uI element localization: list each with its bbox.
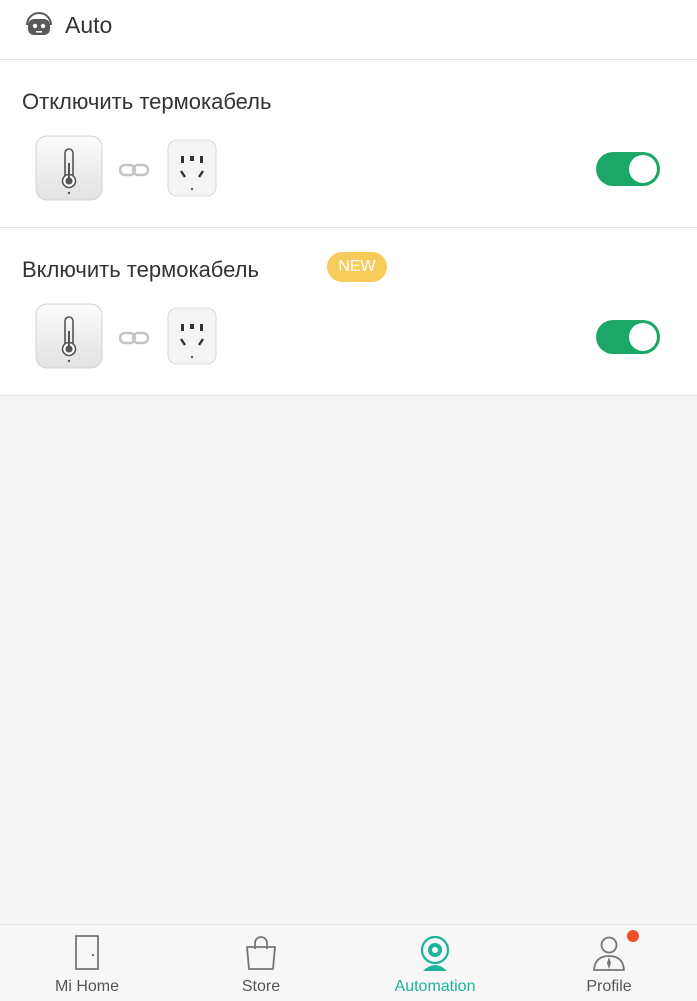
automation-camera-icon xyxy=(420,935,450,971)
toggle-knob xyxy=(629,323,657,351)
tab-label: Mi Home xyxy=(54,978,119,995)
notification-dot xyxy=(627,930,639,942)
shopping-bag-icon xyxy=(246,936,276,970)
smart-plug-icon xyxy=(167,139,217,197)
scene-toggle[interactable] xyxy=(596,152,660,186)
tab-label: Profile xyxy=(586,978,632,995)
scene-card[interactable]: Включить термокабель NEW xyxy=(0,228,697,396)
tab-automation[interactable]: Automation xyxy=(348,925,522,1001)
smart-plug-icon xyxy=(167,307,217,365)
toggle-knob xyxy=(629,155,657,183)
tab-profile[interactable]: Profile xyxy=(522,925,696,1001)
scene-name: Включить термокабель xyxy=(22,257,259,282)
thermometer-sensor-icon xyxy=(35,135,103,201)
scene-card[interactable]: Отключить термокабель xyxy=(0,60,697,228)
door-icon xyxy=(75,935,99,970)
tab-store[interactable]: Store xyxy=(174,925,348,1001)
thermometer-sensor-icon xyxy=(35,303,103,369)
bottom-tab-bar: Mi Home Store Automation Profile xyxy=(0,924,697,1001)
link-icon xyxy=(119,331,149,345)
tab-label: Automation xyxy=(394,978,476,995)
person-icon xyxy=(593,936,625,971)
page-title: Auto xyxy=(65,12,113,38)
link-icon xyxy=(119,163,149,177)
tab-label: Store xyxy=(241,978,281,995)
robot-icon xyxy=(26,12,52,35)
new-badge: NEW xyxy=(327,252,387,282)
scene-name: Отключить термокабель xyxy=(22,89,272,114)
top-bar: Auto xyxy=(0,0,697,60)
scene-toggle[interactable] xyxy=(596,320,660,354)
tab-mi-home[interactable]: Mi Home xyxy=(0,925,174,1001)
